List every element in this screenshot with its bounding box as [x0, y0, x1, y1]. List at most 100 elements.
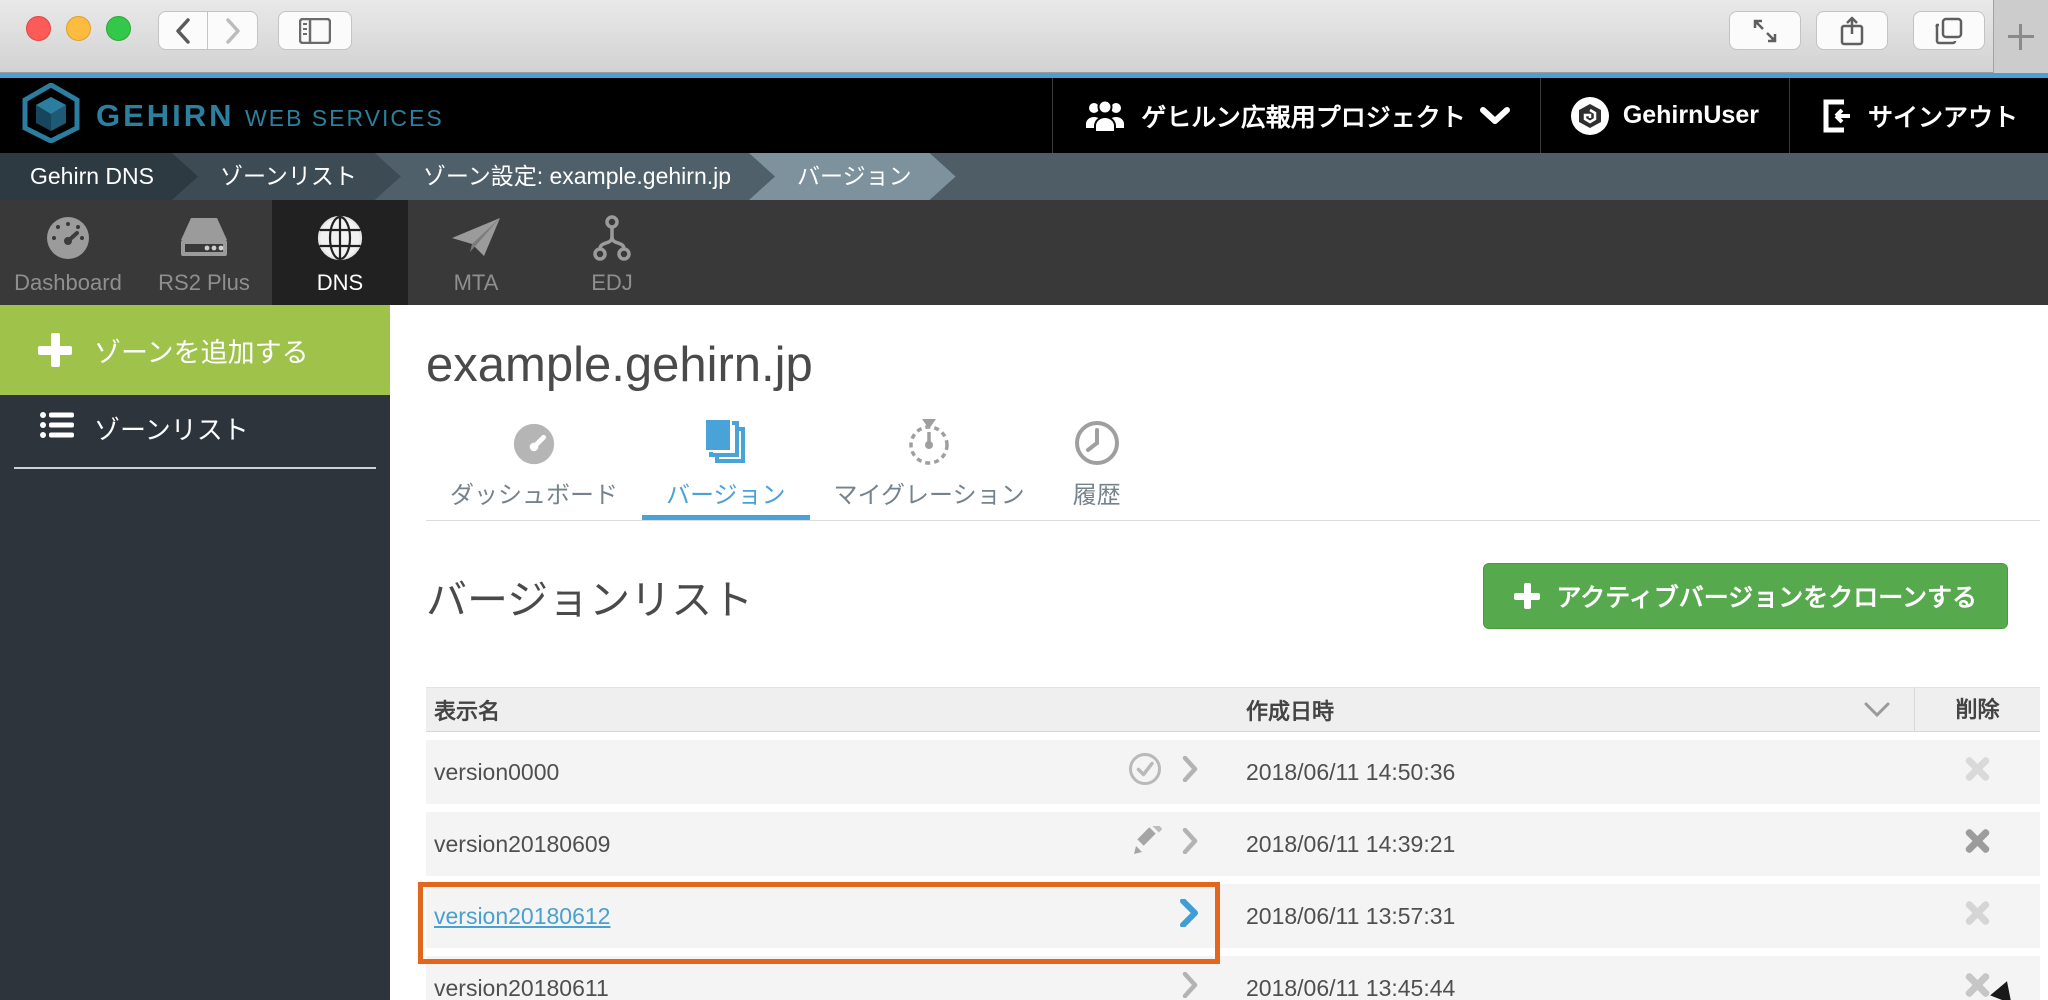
signout-label: サインアウト — [1867, 103, 2018, 132]
add-zone-label: ゾーンを追加する — [94, 337, 309, 368]
clock-icon — [1073, 419, 1121, 467]
back-icon — [173, 17, 193, 45]
service-label: MTA — [453, 270, 499, 295]
back-button[interactable] — [158, 11, 208, 50]
service-dashboard[interactable]: Dashboard — [0, 200, 136, 305]
clone-button-label: アクティブバージョンをクローンする — [1556, 584, 1977, 612]
share-button[interactable] — [1816, 11, 1888, 50]
breadcrumb-version[interactable]: バージョン — [749, 153, 956, 200]
created-at: 2018/06/11 14:39:21 — [1246, 830, 1456, 857]
brand-name: GEHIRN — [96, 97, 235, 133]
table-row-highlighted: version20180612 2018/06/11 13:57:31 — [418, 882, 2040, 964]
chevron-right-icon[interactable] — [1180, 898, 1198, 933]
tab-version[interactable]: バージョン — [642, 418, 810, 520]
service-edj[interactable]: EDJ — [544, 200, 680, 305]
project-name: ゲヒルン広報用プロジェクト — [1141, 103, 1466, 132]
breadcrumb-zone-settings[interactable]: ゾーン設定: example.gehirn.jp — [375, 153, 775, 200]
service-mta[interactable]: MTA — [408, 200, 544, 305]
service-nav: Dashboard RS2 Plus DNS MTA EDJ — [0, 200, 2048, 305]
service-label: RS2 Plus — [158, 270, 250, 295]
brand-sub: WEB SERVICES — [245, 104, 444, 131]
window-controls — [26, 16, 131, 41]
signout-icon — [1820, 99, 1854, 133]
page-title: example.gehirn.jp — [426, 338, 813, 392]
chevron-down-icon — [1479, 106, 1510, 126]
close-window-button[interactable] — [26, 16, 51, 41]
sort-chevron-icon[interactable] — [1864, 702, 1890, 718]
tab-label: 履歴 — [1072, 482, 1121, 509]
active-check-icon — [1128, 752, 1162, 792]
service-label: EDJ — [591, 270, 633, 295]
gehirn-logo-icon — [22, 82, 80, 148]
chevron-right-icon[interactable] — [1182, 827, 1198, 860]
versions-icon — [701, 418, 751, 467]
created-at: 2018/06/11 14:50:36 — [1246, 758, 1456, 785]
header-created: 作成日時 — [1216, 694, 1914, 726]
service-dns[interactable]: DNS — [272, 200, 408, 305]
avatar — [1570, 96, 1609, 135]
table-row: version20180611 2018/06/11 13:45:44 — [426, 956, 2040, 1000]
header-delete: 削除 — [1914, 687, 2040, 732]
delete-icon[interactable] — [1964, 828, 1990, 854]
chevron-right-icon[interactable] — [1182, 971, 1198, 1000]
tab-overview-button[interactable] — [1913, 11, 1985, 50]
tab-label: マイグレーション — [833, 482, 1025, 509]
forward-button[interactable] — [208, 11, 258, 50]
zone-list-label: ゾーンリスト — [94, 414, 249, 445]
version-name: version20180611 — [434, 974, 609, 1000]
tab-history[interactable]: 履歴 — [1049, 419, 1145, 520]
signout-button[interactable]: サインアウト — [1788, 78, 2048, 153]
brand: GEHIRN WEB SERVICES — [0, 78, 1052, 153]
sidebar-toggle-icon — [299, 17, 331, 44]
user-menu[interactable]: GehirnUser — [1539, 78, 1789, 153]
list-icon — [40, 411, 74, 446]
table-row: version0000 2018/06/11 14:50:36 — [426, 740, 2040, 804]
delete-icon[interactable] — [1964, 972, 1990, 998]
tab-label: ダッシュボード — [450, 482, 618, 509]
app-header: GEHIRN WEB SERVICES ゲヒルン広報用プロジェクト Gehirn… — [0, 78, 2048, 153]
delete-icon[interactable] — [1964, 900, 1990, 926]
service-label: Dashboard — [14, 270, 122, 295]
header-created-label: 作成日時 — [1246, 698, 1335, 724]
breadcrumb: Gehirn DNS ゾーンリスト ゾーン設定: example.gehirn.… — [0, 153, 2048, 200]
gauge-icon — [511, 419, 557, 467]
version-name: version20180609 — [434, 830, 611, 857]
breadcrumb-zone-list[interactable]: ゾーンリスト — [172, 153, 401, 200]
branch-icon — [592, 212, 632, 264]
plus-icon — [38, 333, 72, 367]
tab-dashboard[interactable]: ダッシュボード — [426, 419, 642, 520]
edit-pencil-icon[interactable] — [1132, 822, 1163, 862]
paper-plane-icon — [450, 212, 502, 264]
zoom-window-button[interactable] — [106, 16, 131, 41]
version-link[interactable]: version20180612 — [434, 903, 610, 930]
breadcrumb-gehirn-dns[interactable]: Gehirn DNS — [0, 153, 198, 200]
new-tab-icon — [2008, 23, 2034, 50]
gauge-icon — [44, 212, 92, 264]
globe-icon — [316, 212, 364, 264]
user-name: GehirnUser — [1622, 101, 1759, 129]
tab-bar: ダッシュボード バージョン マイグレーション 履歴 — [426, 418, 2040, 521]
service-rs2-plus[interactable]: RS2 Plus — [136, 200, 272, 305]
project-switcher[interactable]: ゲヒルン広報用プロジェクト — [1052, 78, 1540, 153]
chevron-right-icon[interactable] — [1182, 755, 1198, 788]
header-name: 表示名 — [434, 698, 501, 724]
delete-icon[interactable] — [1964, 756, 1990, 782]
fullscreen-icon — [1752, 18, 1778, 44]
version-name: version0000 — [434, 758, 560, 785]
forward-icon — [223, 17, 243, 45]
tab-label: バージョン — [666, 482, 786, 509]
tab-migration[interactable]: マイグレーション — [810, 419, 1049, 520]
fullscreen-button[interactable] — [1729, 11, 1801, 50]
version-table: 表示名 作成日時 削除 version0000 2018/06/11 14:50… — [418, 687, 2040, 1000]
sidebar-add-zone-button[interactable]: ゾーンを追加する — [0, 305, 390, 395]
plus-icon — [1514, 583, 1541, 609]
created-at: 2018/06/11 13:57:31 — [1246, 902, 1456, 929]
sidebar-item-zone-list[interactable]: ゾーンリスト — [0, 395, 390, 461]
share-icon — [1840, 16, 1864, 46]
sidebar-toggle-button[interactable] — [278, 11, 352, 50]
minimize-window-button[interactable] — [66, 16, 91, 41]
new-tab-button[interactable] — [1993, 0, 2048, 73]
main-content: example.gehirn.jp ダッシュボード バージョン マイグレーション — [390, 305, 2048, 1000]
clone-active-version-button[interactable]: アクティブバージョンをクローンする — [1483, 563, 2008, 629]
section-title: バージョンリスト — [426, 577, 754, 623]
